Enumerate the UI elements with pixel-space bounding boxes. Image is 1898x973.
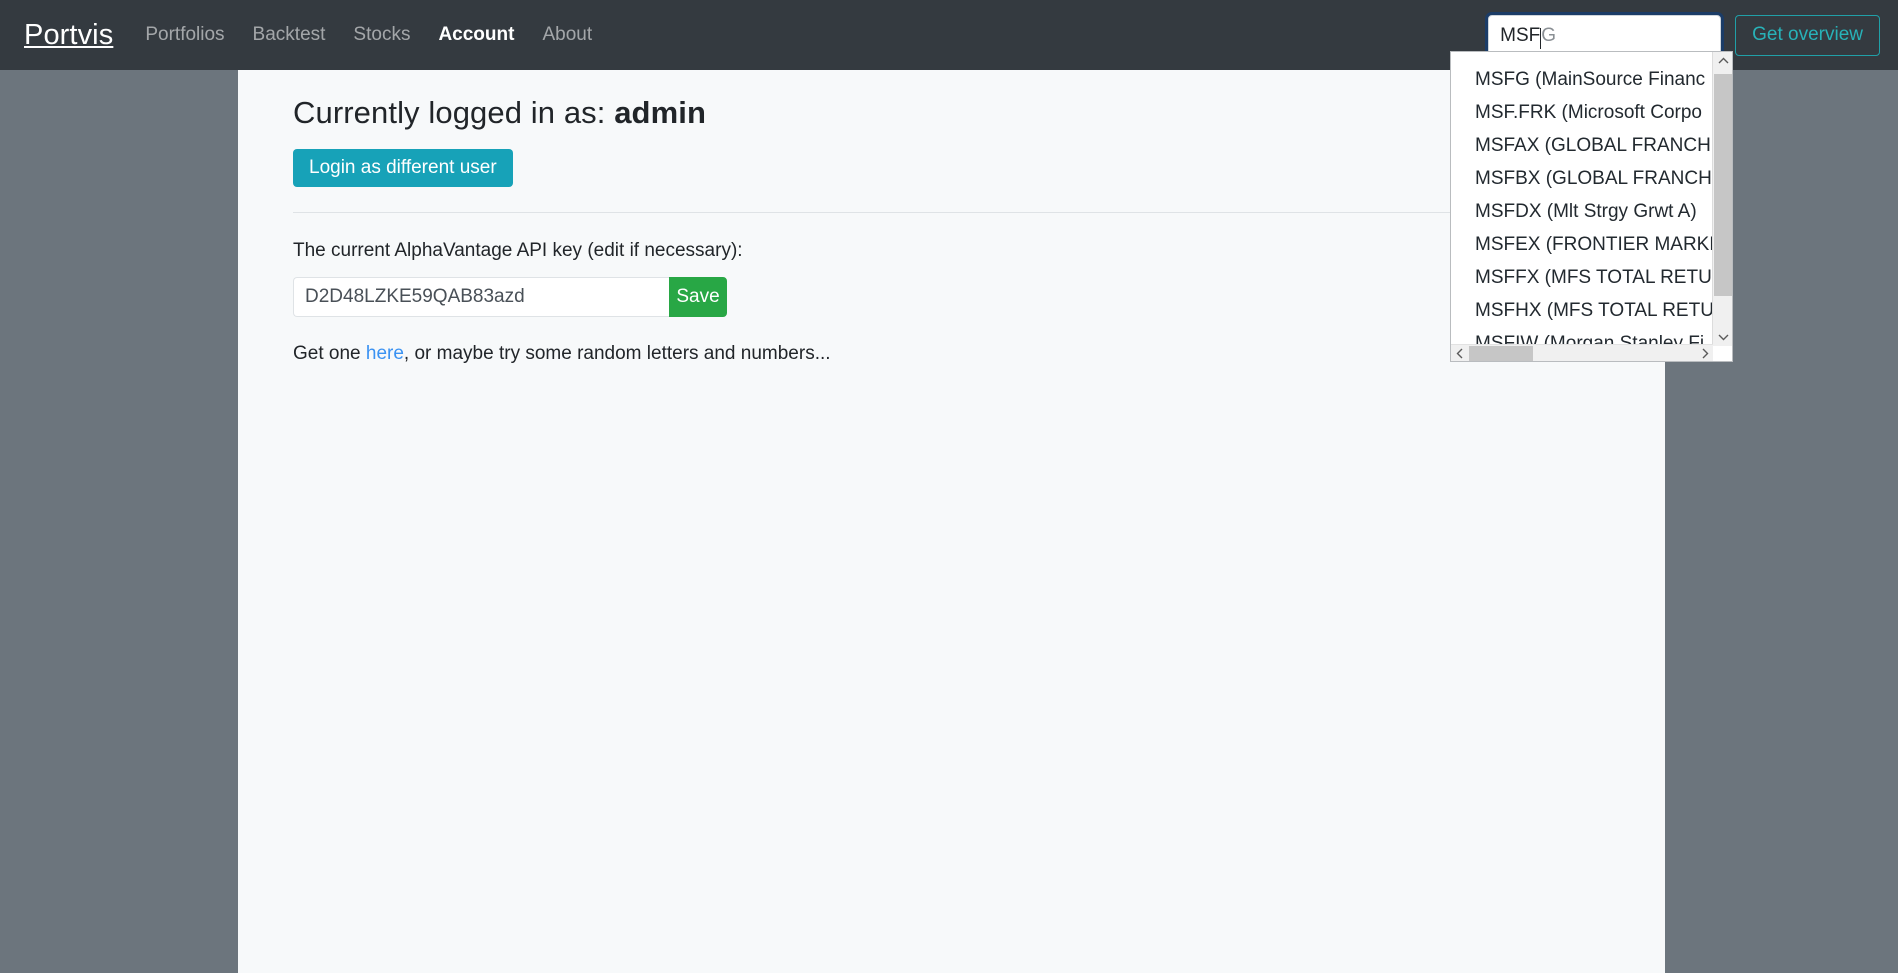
vertical-scroll-thumb[interactable] <box>1714 74 1732 296</box>
stock-search-input[interactable]: MSFG <box>1488 15 1721 56</box>
hint-before-text: Get one <box>293 343 366 364</box>
autocomplete-item[interactable]: MSFAX (GLOBAL FRANCHI <box>1451 129 1713 162</box>
autocomplete-item[interactable]: MSFDX (Mlt Strgy Grwt A) <box>1451 195 1713 228</box>
nav-links: Portfolios Backtest Stocks Account About <box>145 24 592 46</box>
login-as-different-user-button[interactable]: Login as different user <box>293 149 513 187</box>
autocomplete-list: MSFG (MainSource Financ MSF.FRK (Microso… <box>1451 52 1713 346</box>
logged-in-prefix: Currently logged in as: <box>293 95 614 130</box>
search-wrap: MSFG <box>1488 15 1721 56</box>
autocomplete-item[interactable]: MSFEX (FRONTIER MARKE <box>1451 228 1713 261</box>
autocomplete-item[interactable]: MSF.FRK (Microsoft Corpo <box>1451 96 1713 129</box>
nav-item-portfolios[interactable]: Portfolios <box>145 24 224 46</box>
chevron-right-icon[interactable] <box>1696 345 1713 362</box>
search-ghost-completion: G <box>1541 16 1556 55</box>
dropdown-horizontal-scrollbar[interactable] <box>1451 344 1713 361</box>
logged-in-username: admin <box>614 95 706 130</box>
api-key-row: Save <box>293 277 727 317</box>
nav-item-account[interactable]: Account <box>438 24 514 46</box>
nav-item-backtest[interactable]: Backtest <box>253 24 326 46</box>
hint-after-text: , or maybe try some random letters and n… <box>404 343 831 364</box>
api-key-label: The current AlphaVantage API key (edit i… <box>293 240 1610 262</box>
save-button[interactable]: Save <box>669 277 727 317</box>
autocomplete-item[interactable]: MSFBX (GLOBAL FRANCHI <box>1451 162 1713 195</box>
chevron-left-icon[interactable] <box>1451 345 1468 362</box>
autocomplete-item[interactable]: MSFHX (MFS TOTAL RETUI <box>1451 294 1713 327</box>
api-key-hint: Get one here, or maybe try some random l… <box>293 343 1610 365</box>
get-api-key-link[interactable]: here <box>366 343 404 364</box>
nav-item-about[interactable]: About <box>542 24 592 46</box>
horizontal-scroll-thumb[interactable] <box>1469 346 1533 361</box>
chevron-up-icon[interactable] <box>1713 52 1733 70</box>
dropdown-vertical-scrollbar[interactable] <box>1712 52 1732 346</box>
api-key-input[interactable] <box>293 277 669 317</box>
nav-item-stocks[interactable]: Stocks <box>353 24 410 46</box>
get-overview-button[interactable]: Get overview <box>1735 15 1880 56</box>
brand-logo[interactable]: Portvis <box>24 19 113 52</box>
autocomplete-item[interactable]: MSFFX (MFS TOTAL RETUR <box>1451 261 1713 294</box>
section-divider <box>293 212 1610 213</box>
chevron-down-icon[interactable] <box>1713 328 1733 346</box>
search-typed-text: MSF <box>1500 16 1540 55</box>
page-title: Currently logged in as: admin <box>293 94 1610 133</box>
text-caret <box>1540 28 1541 49</box>
autocomplete-item[interactable]: MSFG (MainSource Financ <box>1451 63 1713 96</box>
autocomplete-dropdown[interactable]: MSFG (MainSource Financ MSF.FRK (Microso… <box>1450 51 1733 362</box>
